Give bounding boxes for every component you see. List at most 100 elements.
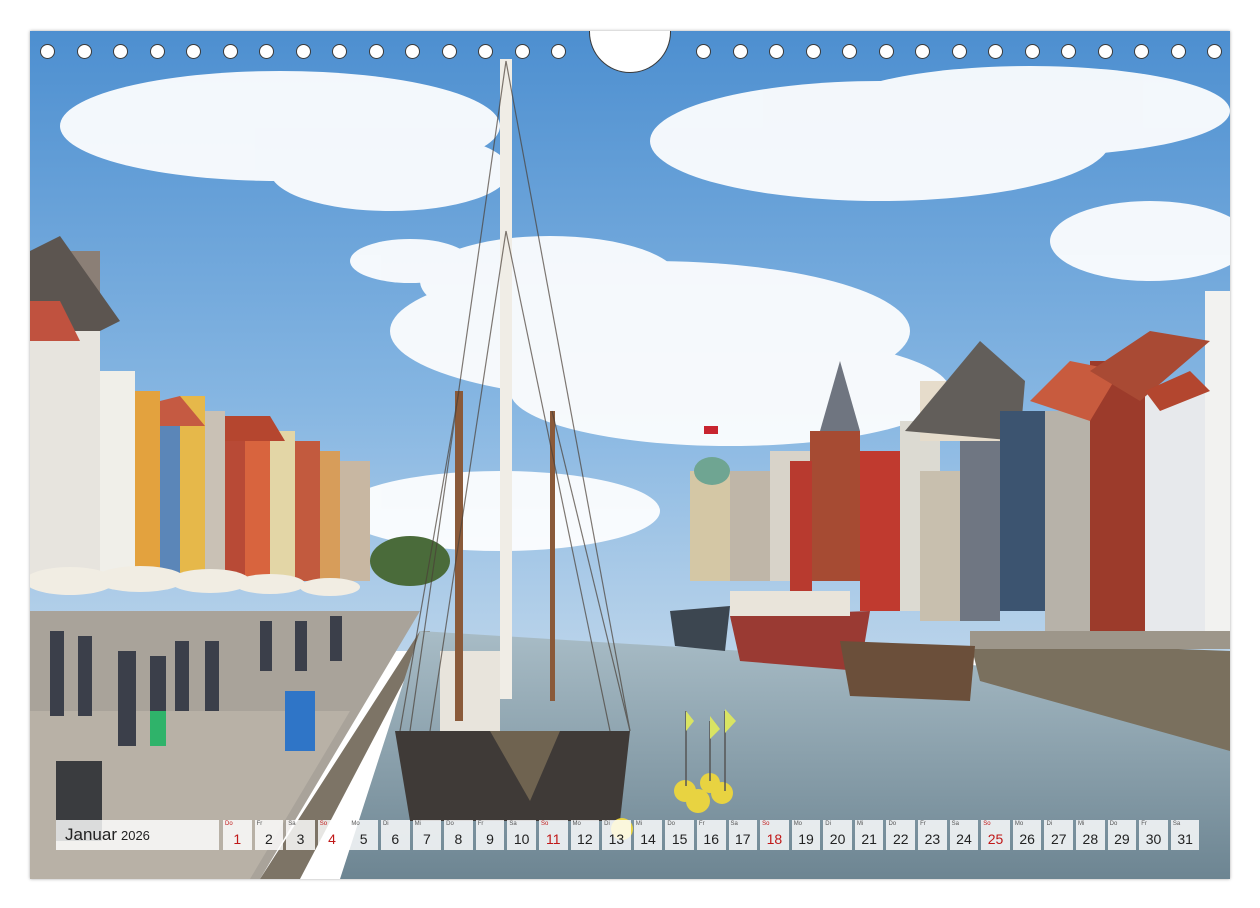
weekday-label: Sa [951, 821, 959, 827]
day-number: 16 [703, 831, 719, 847]
day-number: 8 [454, 831, 463, 847]
ring-binding-hole-icon [368, 44, 384, 59]
day-number: 21 [861, 831, 877, 847]
weekday-label: So [540, 821, 549, 827]
day-number: 24 [956, 831, 972, 847]
weekday-label: Mi [635, 821, 643, 827]
day-number: 14 [640, 831, 656, 847]
weekday-label: Mi [414, 821, 421, 827]
weekday-label: Sa [509, 821, 517, 827]
ring-binding-hole-icon [259, 44, 274, 59]
weekday-label: Do [888, 821, 897, 827]
day-cell: Do 22 [886, 820, 916, 850]
weekday-label: Fr [256, 821, 263, 827]
day-number: 12 [577, 831, 593, 847]
day-number: 7 [422, 831, 431, 847]
day-cell: Do 29 [1107, 820, 1137, 850]
weekday-label: Mi [1078, 821, 1085, 827]
weekday-label: So [983, 821, 991, 827]
day-number: 9 [486, 831, 494, 847]
weekday-label: Fr [698, 821, 705, 827]
weekday-label: Sa [730, 821, 738, 827]
day-cell: Fr 9 [475, 820, 505, 850]
calendar-page: Januar 2026 Do 1 Fr 2 Sa 3 So 4 Mo 5 Di 6 Mi 7 Do 8 Fr 9 S… [30, 31, 1230, 879]
day-number: 26 [1019, 831, 1035, 847]
day-cell: Fr 30 [1139, 820, 1168, 850]
day-cell: Mo 26 [1012, 820, 1042, 850]
day-number: 6 [391, 831, 400, 847]
ring-binding-hole-icon [1207, 44, 1222, 59]
day-number: 13 [608, 831, 625, 847]
weekday-label: Fr [920, 821, 926, 827]
month-name: Januar [65, 825, 117, 844]
day-cell: Mo 12 [570, 820, 600, 850]
day-cell: Mo 5 [349, 820, 378, 850]
ring-binding-hole-icon [915, 44, 930, 59]
day-cell: Fr 2 [254, 820, 284, 850]
ring-binding-hole-icon [951, 44, 967, 59]
ring-binding-hole-icon [1134, 44, 1149, 59]
day-number: 1 [233, 831, 242, 847]
day-cell: So 25 [981, 820, 1010, 850]
day-cell: Do 8 [444, 820, 473, 850]
day-cell: Mo 19 [791, 820, 821, 850]
ring-binding-hole-icon [40, 44, 55, 59]
day-cell: Di 6 [380, 820, 410, 850]
day-cell: Di 20 [823, 820, 852, 850]
weekday-label: Di [604, 821, 610, 827]
weekday-label: Di [1046, 821, 1053, 827]
ring-binding-hole-icon [514, 44, 530, 59]
day-cell: Mi 28 [1076, 820, 1105, 850]
ring-binding-hole-icon [696, 44, 711, 59]
ring-binding-hole-icon [1170, 44, 1186, 59]
day-number: 28 [1082, 831, 1099, 847]
day-number: 22 [892, 831, 909, 847]
ring-binding-hole-icon [113, 44, 128, 59]
ring-binding-hole-icon [1061, 44, 1076, 59]
day-number: 17 [735, 831, 751, 847]
day-number: 20 [829, 831, 846, 847]
weekday-label: Sa [1172, 821, 1181, 827]
day-number: 25 [987, 831, 1004, 847]
weekday-label: Di [825, 821, 831, 827]
day-row: Do 1 Fr 2 Sa 3 So 4 Mo 5 Di 6 Mi 7 Do 8 Fr 9 Sa 10 So 11 Mo 12 D… [223, 820, 1202, 850]
weekday-label: Di [382, 821, 389, 827]
day-cell: Fr 23 [918, 820, 947, 850]
year: 2026 [120, 827, 150, 843]
day-cell: Do 1 [223, 820, 252, 850]
ring-binding-hole-icon [332, 44, 347, 59]
weekday-label: Mo [793, 821, 803, 827]
ring-binding-hole-icon [1024, 44, 1040, 59]
ring-binding-hole-icon [441, 44, 457, 59]
day-cell: Mi 7 [412, 820, 442, 850]
day-cell: Sa 17 [728, 820, 758, 850]
ring-binding-hole-icon [149, 44, 165, 59]
weekday-label: Do [1109, 821, 1118, 827]
day-number: 11 [545, 831, 561, 847]
weekday-label: So [319, 821, 328, 827]
weekday-label: Sa [288, 821, 296, 827]
day-number: 29 [1114, 831, 1130, 847]
day-cell: Mi 21 [854, 820, 884, 850]
ring-binding-hole-icon [732, 44, 748, 59]
ring-binding-hole-icon [769, 44, 784, 59]
day-cell: So 18 [760, 820, 789, 850]
day-cell: Fr 16 [696, 820, 726, 850]
ring-binding-hole-icon [842, 44, 857, 59]
ring-binding-hole-icon [405, 44, 420, 59]
harbour-photo [30, 31, 1230, 879]
day-cell: Sa 24 [949, 820, 979, 850]
month-label: Januar 2026 [56, 820, 219, 850]
day-number: 3 [296, 831, 305, 847]
day-number: 18 [766, 831, 783, 847]
day-cell: So 11 [538, 820, 568, 850]
day-number: 15 [671, 831, 688, 847]
ring-binding-hole-icon [988, 44, 1003, 59]
ring-binding-hole-icon [295, 44, 311, 59]
ring-binding-hole-icon [878, 44, 894, 59]
weekday-label: So [762, 821, 770, 827]
day-cell: Di 13 [602, 820, 631, 850]
day-number: 5 [359, 831, 368, 847]
weekday-label: Fr [477, 821, 484, 827]
day-number: 19 [798, 831, 814, 847]
